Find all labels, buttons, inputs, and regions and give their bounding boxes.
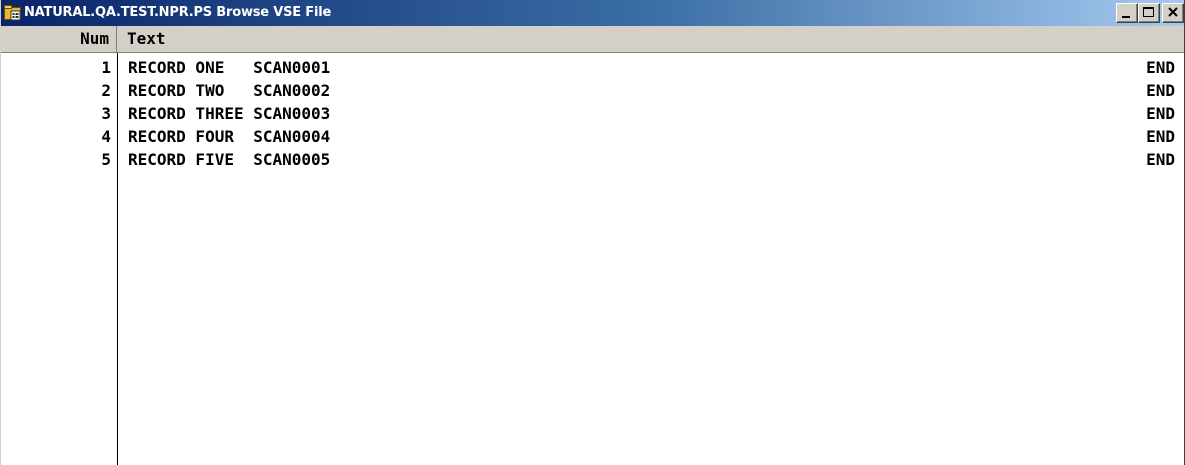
line-number: 4 (101, 127, 111, 146)
record-end-marker: END (1146, 150, 1175, 169)
text-column-label: Text (127, 29, 166, 48)
record-row[interactable]: 2 RECORD TWO SCAN0002 END (1, 79, 1184, 102)
record-end-marker: END (1146, 58, 1175, 77)
record-row[interactable]: 5 RECORD FIVE SCAN0005 END (1, 148, 1184, 171)
maximize-button[interactable] (1138, 3, 1160, 23)
record-row[interactable]: 1 RECORD ONE SCAN0001 END (1, 56, 1184, 79)
num-column-label: Num (80, 29, 109, 48)
line-number: 2 (101, 81, 111, 100)
record-text: RECORD FIVE SCAN0005 (128, 150, 331, 169)
title-bar[interactable]: NATURAL.QA.TEST.NPR.PS Browse VSE File (1, 0, 1184, 26)
record-list: 1 RECORD ONE SCAN0001 END 2 RECORD TWO S… (1, 56, 1184, 171)
record-row[interactable]: 3 RECORD THREE SCAN0003 END (1, 102, 1184, 125)
minimize-button[interactable] (1116, 3, 1138, 23)
close-button[interactable] (1162, 3, 1184, 23)
maximize-icon (1143, 7, 1154, 17)
browse-window: NATURAL.QA.TEST.NPR.PS Browse VSE File N… (0, 0, 1185, 465)
close-icon (1166, 5, 1180, 19)
line-number: 3 (101, 104, 111, 123)
record-text: RECORD TWO SCAN0002 (128, 81, 331, 100)
caption-buttons (1116, 3, 1184, 23)
folder-app-icon[interactable] (4, 4, 22, 21)
record-end-marker: END (1146, 81, 1175, 100)
record-end-marker: END (1146, 127, 1175, 146)
text-column-header[interactable]: Text (119, 26, 166, 52)
window-title: NATURAL.QA.TEST.NPR.PS Browse VSE File (24, 5, 332, 20)
minimize-icon (1122, 16, 1130, 18)
column-header: Num Text (1, 26, 1184, 53)
line-number: 5 (101, 150, 111, 169)
record-end-marker: END (1146, 104, 1175, 123)
record-text: RECORD FOUR SCAN0004 (128, 127, 331, 146)
num-column-header[interactable]: Num (1, 26, 117, 52)
record-text: RECORD ONE SCAN0001 (128, 58, 331, 77)
record-row[interactable]: 4 RECORD FOUR SCAN0004 END (1, 125, 1184, 148)
record-text: RECORD THREE SCAN0003 (128, 104, 331, 123)
line-number: 1 (101, 58, 111, 77)
